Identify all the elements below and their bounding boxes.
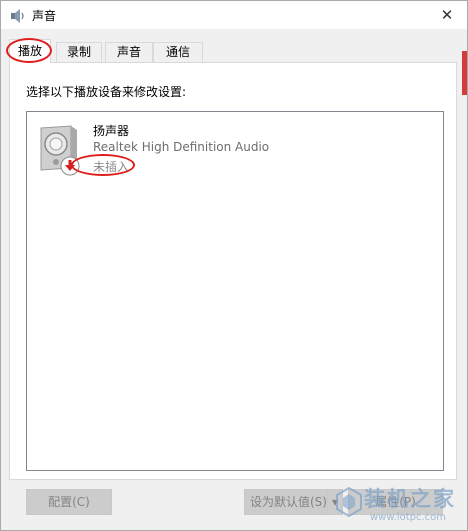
tab-recording[interactable]: 录制: [56, 42, 102, 62]
properties-button[interactable]: 属性(P): [348, 489, 443, 515]
playback-panel: 选择以下播放设备来修改设置: 扬声器 Realtek High Definiti…: [9, 62, 457, 480]
sound-dialog: 声音 ✕ 播放 录制 声音 通信 选择以下播放设备来修改设置: 扬声器 Real…: [0, 0, 468, 531]
tab-communications[interactable]: 通信: [153, 42, 203, 62]
close-icon: ✕: [440, 6, 454, 24]
title-bar: 声音 ✕: [1, 1, 467, 29]
speaker-unplugged-icon: [40, 125, 80, 176]
window-title: 声音: [32, 9, 57, 23]
instruction-text: 选择以下播放设备来修改设置:: [26, 85, 187, 99]
list-item[interactable]: 扬声器 Realtek High Definition Audio 未插入: [33, 120, 293, 180]
speaker-icon: [11, 9, 24, 23]
device-status: 未插入: [93, 160, 130, 174]
tab-playback[interactable]: 播放: [9, 39, 51, 63]
tab-sounds[interactable]: 声音: [105, 42, 153, 62]
set-default-button[interactable]: 设为默认值(S): [244, 489, 328, 515]
device-list[interactable]: 扬声器 Realtek High Definition Audio 未插入: [26, 111, 444, 471]
window-edge-accent: [462, 51, 467, 95]
configure-button[interactable]: 配置(C): [26, 489, 112, 515]
device-driver: Realtek High Definition Audio: [93, 140, 270, 154]
close-button[interactable]: ✕: [427, 1, 467, 29]
device-name: 扬声器: [93, 124, 130, 138]
chevron-down-icon: ▾: [331, 495, 339, 509]
set-default-dropdown-button[interactable]: ▾: [327, 489, 343, 515]
